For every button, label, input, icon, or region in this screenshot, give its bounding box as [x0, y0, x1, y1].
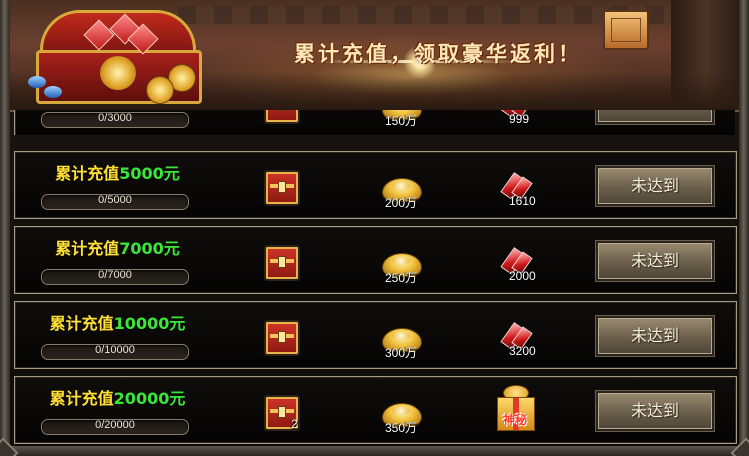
progress-text: 0/20000: [95, 419, 135, 431]
treasure-chest-icon[interactable]: [264, 245, 300, 281]
progress-text: 0/10000: [95, 344, 135, 356]
ruby-amount: 999: [509, 112, 530, 126]
row-title: 累计充值7000元: [55, 239, 180, 258]
treasure-chest-icon[interactable]: [264, 110, 300, 124]
ingot-amount: 350万: [385, 421, 418, 435]
recharge-rewards-panel: 累计充值，领取豪华返利！ 0/3000 150万 999 累计充值5000元 0…: [0, 0, 749, 456]
lantern-icon: [603, 10, 649, 50]
chest-count: 2: [291, 417, 298, 431]
banner: 累计充值，领取豪华返利！: [8, 0, 741, 112]
row-title: 累计充值20000元: [49, 389, 186, 408]
progress-bar: 0/10000: [41, 344, 189, 360]
claim-button[interactable]: 未达到: [596, 241, 714, 281]
treasure-chest-icon[interactable]: [264, 170, 300, 206]
ruby-amount: 1610: [509, 194, 536, 208]
banner-title: 累计充值，领取豪华返利！: [294, 41, 582, 66]
ingot-amount: 200万: [385, 196, 418, 210]
claim-button[interactable]: 未达到: [596, 391, 714, 431]
left-border: [0, 0, 10, 456]
progress-bar: 0/5000: [41, 194, 189, 210]
ruby-amount: 3200: [509, 344, 536, 358]
progress-bar: 0/3000: [41, 112, 189, 128]
claim-button[interactable]: [596, 110, 714, 124]
ingot-amount: 250万: [385, 271, 418, 285]
gift-label: 神秘: [502, 413, 527, 427]
progress-text: 0/5000: [98, 194, 132, 206]
row-title: 累计充值5000元: [55, 164, 180, 183]
claim-button[interactable]: 未达到: [596, 166, 714, 206]
progress-bar: 0/7000: [41, 269, 189, 285]
treasure-chest-icon[interactable]: [264, 320, 300, 356]
row-title: 累计充值10000元: [49, 314, 186, 333]
ruby-amount: 2000: [509, 269, 536, 283]
reward-row-3000: 0/3000 150万 999: [14, 110, 735, 135]
bottom-border: [0, 446, 749, 456]
reward-row-10000: 累计充值10000元 0/10000 300万 3200 未达到: [14, 301, 737, 369]
reward-row-20000: 累计充值20000元 0/20000 2 350万 神秘 未达到: [14, 376, 737, 444]
ingot-amount: 150万: [385, 114, 418, 128]
progress-bar: 0/20000: [41, 419, 189, 435]
banner-treasure-chest-icon: [28, 6, 202, 104]
ingot-amount: 300万: [385, 346, 418, 360]
mystery-gift-icon[interactable]: 神秘: [491, 383, 539, 433]
reward-row-5000: 累计充值5000元 0/5000 200万 1610 未达到: [14, 151, 737, 219]
reward-row-7000: 累计充值7000元 0/7000 250万 2000 未达到: [14, 226, 737, 294]
progress-text: 0/3000: [98, 112, 132, 124]
right-border: [739, 0, 749, 456]
claim-button[interactable]: 未达到: [596, 316, 714, 356]
progress-text: 0/7000: [98, 269, 132, 281]
